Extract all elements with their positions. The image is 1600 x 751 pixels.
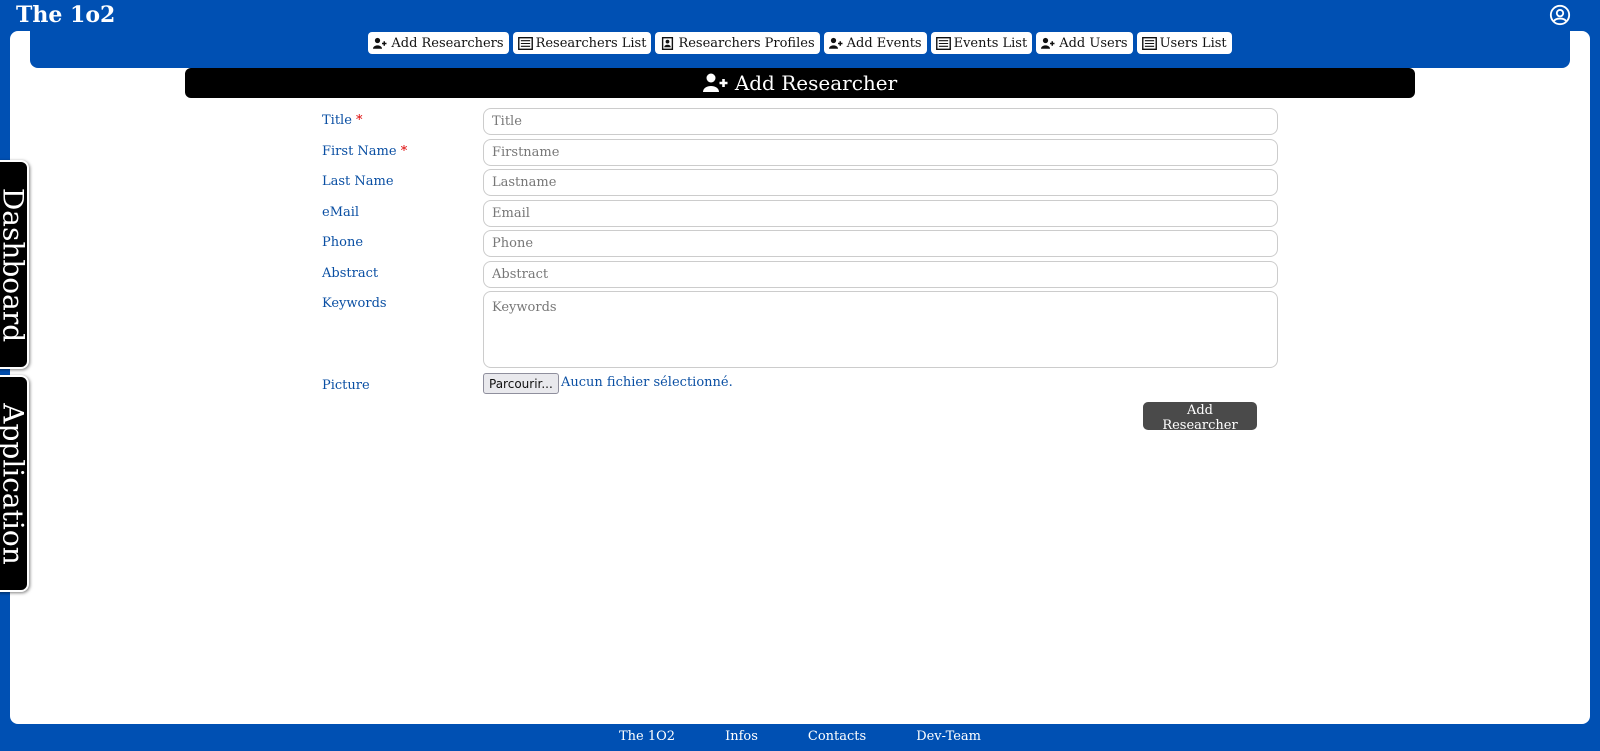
- nav-researchers-profiles[interactable]: Researchers Profiles: [655, 32, 820, 54]
- footer-link-infos[interactable]: Infos: [725, 729, 758, 749]
- user-plus-icon: [373, 37, 387, 49]
- footer-link-contacts[interactable]: Contacts: [808, 729, 866, 749]
- list-icon: [935, 36, 951, 50]
- nav-researchers-list[interactable]: Researchers List: [512, 32, 652, 54]
- side-tab-label: Dashboard: [0, 187, 29, 342]
- user-plus-icon: [828, 37, 843, 49]
- nav-label: Add Users: [1059, 35, 1128, 51]
- title-label: Title *: [322, 113, 363, 128]
- last-name-label: Last Name: [322, 174, 394, 189]
- phone-label: Phone: [322, 235, 364, 250]
- nav-label: Add Events: [846, 35, 922, 51]
- account-circle-icon[interactable]: [1549, 4, 1571, 26]
- top-nav: Add Researchers Researchers List Researc…: [30, 31, 1570, 68]
- keywords-textarea[interactable]: [483, 291, 1278, 368]
- user-plus-icon: [1041, 37, 1055, 49]
- last-name-input[interactable]: [483, 169, 1278, 196]
- footer-link-dev-team[interactable]: Dev-Team: [916, 729, 981, 749]
- form-title: Add Researcher: [734, 71, 898, 95]
- browse-file-button[interactable]: Parcourir...: [483, 373, 559, 394]
- keywords-label: Keywords: [322, 296, 387, 311]
- app-title: The 1o2: [16, 2, 116, 28]
- nav-users-list[interactable]: Users List: [1136, 32, 1232, 54]
- email-label: eMail: [322, 205, 360, 220]
- picture-label: Picture: [322, 378, 370, 393]
- footer-link-the-1o2[interactable]: The 1O2: [619, 729, 675, 749]
- nav-label: Users List: [1159, 35, 1227, 51]
- abstract-label: Abstract: [322, 266, 379, 281]
- side-tab-application[interactable]: Application: [0, 375, 29, 592]
- first-name-input[interactable]: [483, 139, 1278, 166]
- first-name-label: First Name *: [322, 144, 408, 159]
- nav-label: Researchers List: [535, 35, 647, 51]
- phone-input[interactable]: [483, 230, 1278, 257]
- list-icon: [517, 36, 533, 50]
- nav-label: Events List: [953, 35, 1028, 51]
- title-input[interactable]: [483, 108, 1278, 135]
- nav-events-list[interactable]: Events List: [930, 32, 1033, 54]
- nav-add-events[interactable]: Add Events: [823, 32, 927, 54]
- user-plus-icon: [702, 73, 728, 92]
- nav-label: Researchers Profiles: [678, 35, 815, 51]
- side-tab-label: Application: [0, 402, 29, 565]
- form-header: Add Researcher: [185, 68, 1415, 98]
- file-status: Aucun fichier sélectionné.: [561, 375, 733, 390]
- add-researcher-button[interactable]: Add Researcher: [1143, 402, 1257, 433]
- nav-add-users[interactable]: Add Users: [1036, 32, 1133, 54]
- email-input[interactable]: [483, 200, 1278, 227]
- footer: The 1O2 Infos Contacts Dev-Team: [0, 729, 1600, 749]
- nav-label: Add Researchers: [391, 35, 504, 51]
- nav-add-researchers[interactable]: Add Researchers: [368, 32, 509, 54]
- abstract-input[interactable]: [483, 261, 1278, 288]
- side-tab-dashboard[interactable]: Dashboard: [0, 160, 29, 369]
- list-icon: [1141, 36, 1157, 50]
- id-card-icon: [662, 36, 674, 50]
